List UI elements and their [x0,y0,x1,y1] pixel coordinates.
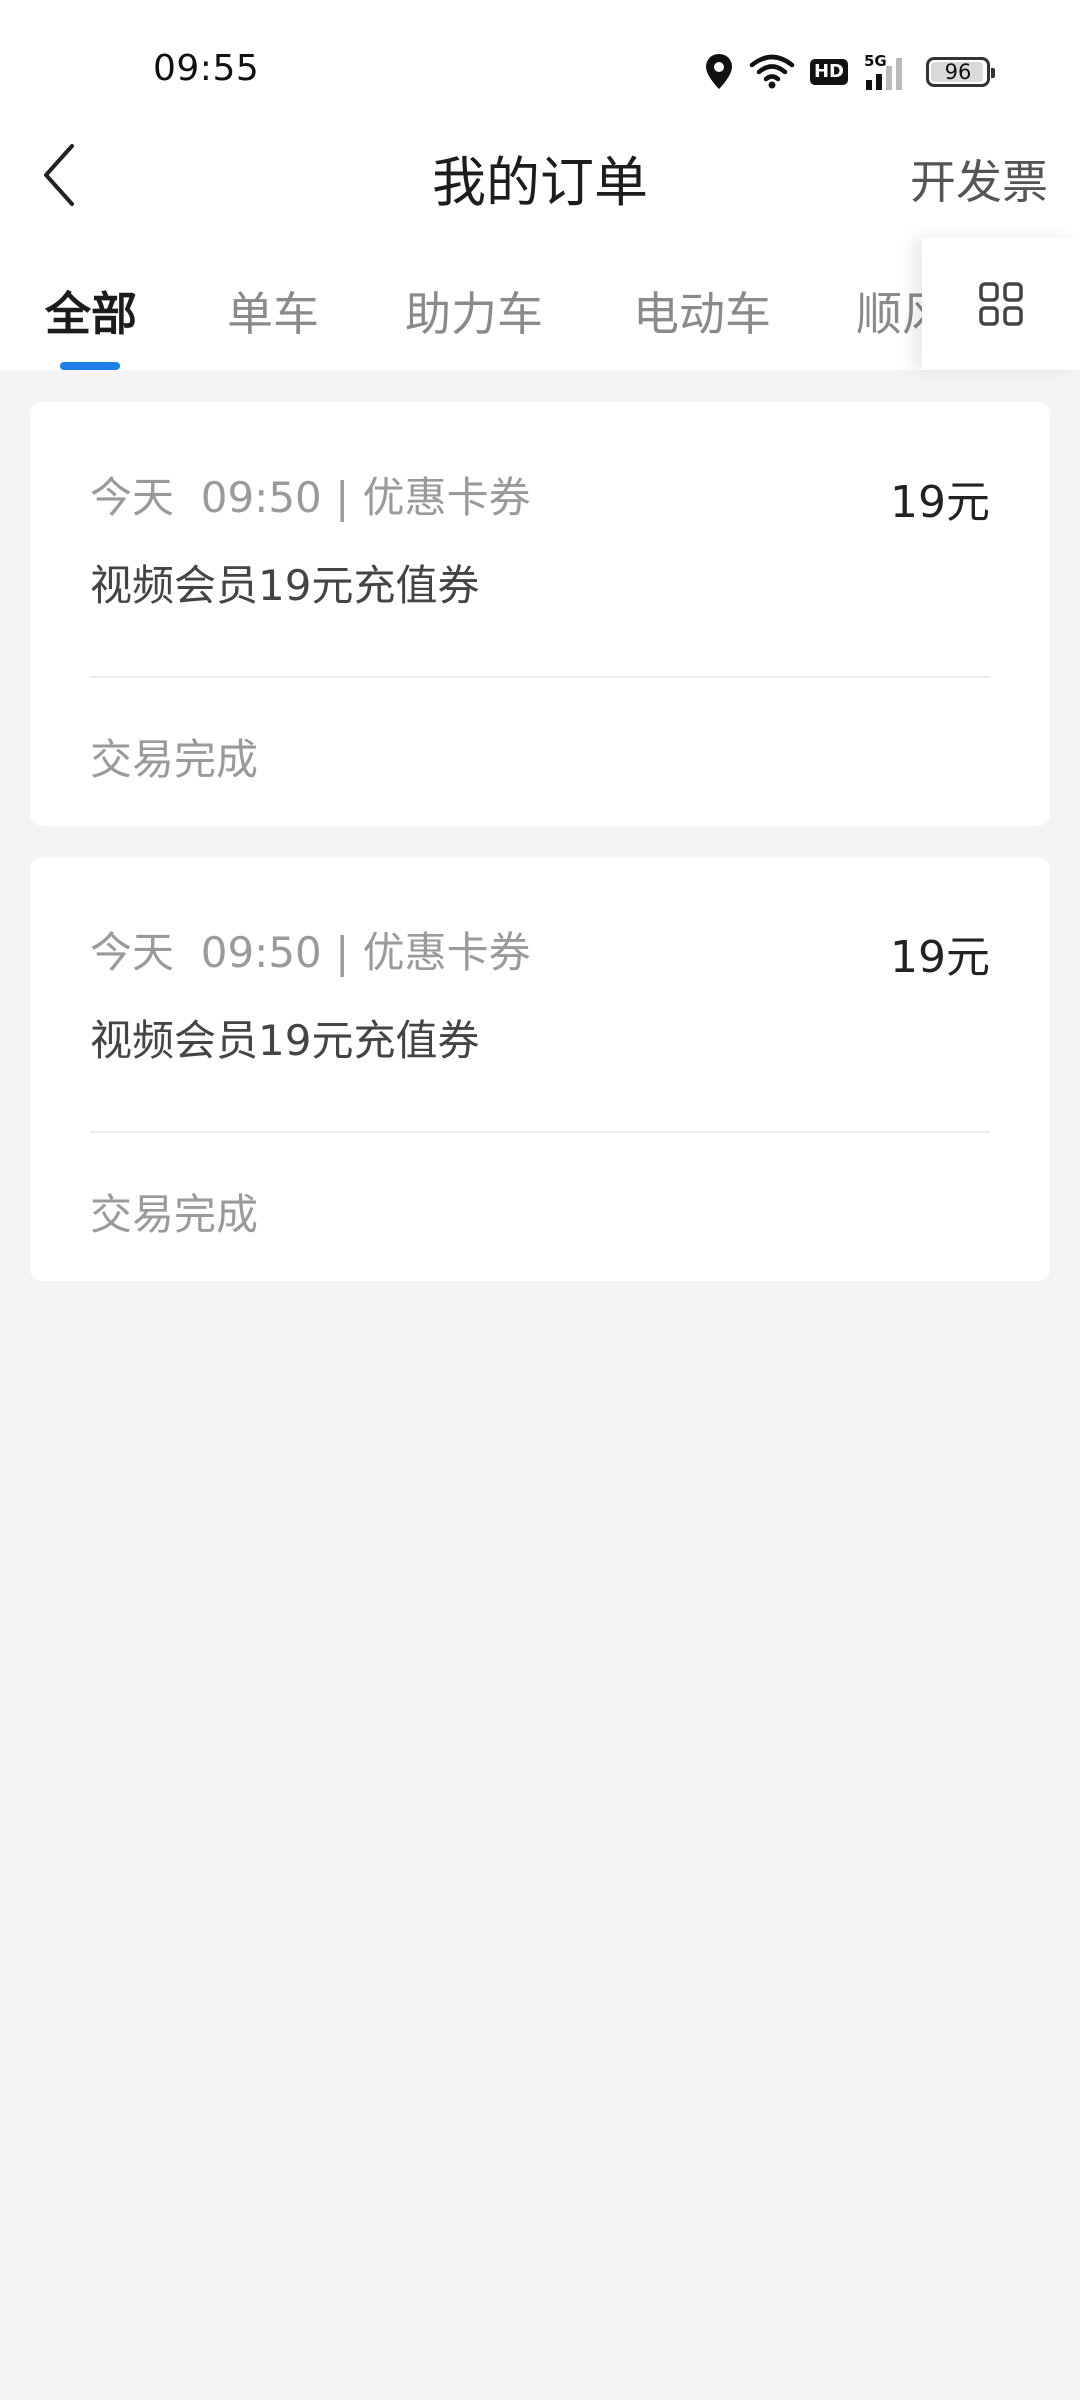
tab-assisted-bike[interactable]: 助力车 [405,278,543,344]
tab-e-bike[interactable]: 电动车 [633,278,771,344]
order-amount: 19元 [890,932,990,983]
more-categories-button[interactable] [922,238,1080,370]
active-tab-indicator [60,362,120,370]
tab-bike[interactable]: 单车 [227,278,319,344]
top-section: 09:55 HD 5G 96 我的订单 开发票 全部 单车 助力车 电动车 顺风 [0,0,1080,370]
status-icons: HD 5G 96 [704,50,995,94]
wifi-icon [748,53,796,91]
invoice-button[interactable]: 开发票 [910,146,1048,212]
order-category: 优惠卡券 [362,473,531,522]
battery-icon: 96 [926,57,995,87]
signal-5g-icon: 5G [862,52,912,92]
order-time: 09:50 [200,928,322,977]
order-meta: 今天 09:50 | 优惠卡券 [90,473,531,522]
order-tabs: 全部 单车 助力车 电动车 顺风 [0,270,930,370]
location-icon [704,53,734,91]
grid-icon [979,282,1023,326]
card-divider [90,1131,990,1133]
card-divider [90,676,990,678]
order-status: 交易完成 [90,1190,259,1239]
tab-all[interactable]: 全部 [45,278,137,344]
order-date: 今天 [90,473,175,522]
hd-icon: HD [809,59,848,85]
status-time: 09:55 [153,48,260,89]
order-amount: 19元 [890,477,990,528]
tab-carpool[interactable]: 顺风 [856,278,930,344]
order-status: 交易完成 [90,735,259,784]
order-time: 09:50 [200,473,322,522]
order-date: 今天 [90,928,175,977]
battery-level: 96 [944,60,972,84]
order-name: 视频会员19元充值券 [90,1016,480,1065]
order-card[interactable]: 今天 09:50 | 优惠卡券 19元 视频会员19元充值券 交易完成 [30,857,1050,1281]
order-category: 优惠卡券 [362,928,531,977]
order-card[interactable]: 今天 09:50 | 优惠卡券 19元 视频会员19元充值券 交易完成 [30,402,1050,826]
order-meta: 今天 09:50 | 优惠卡券 [90,928,531,977]
network-label: 5G [864,52,887,70]
order-name: 视频会员19元充值券 [90,561,480,610]
